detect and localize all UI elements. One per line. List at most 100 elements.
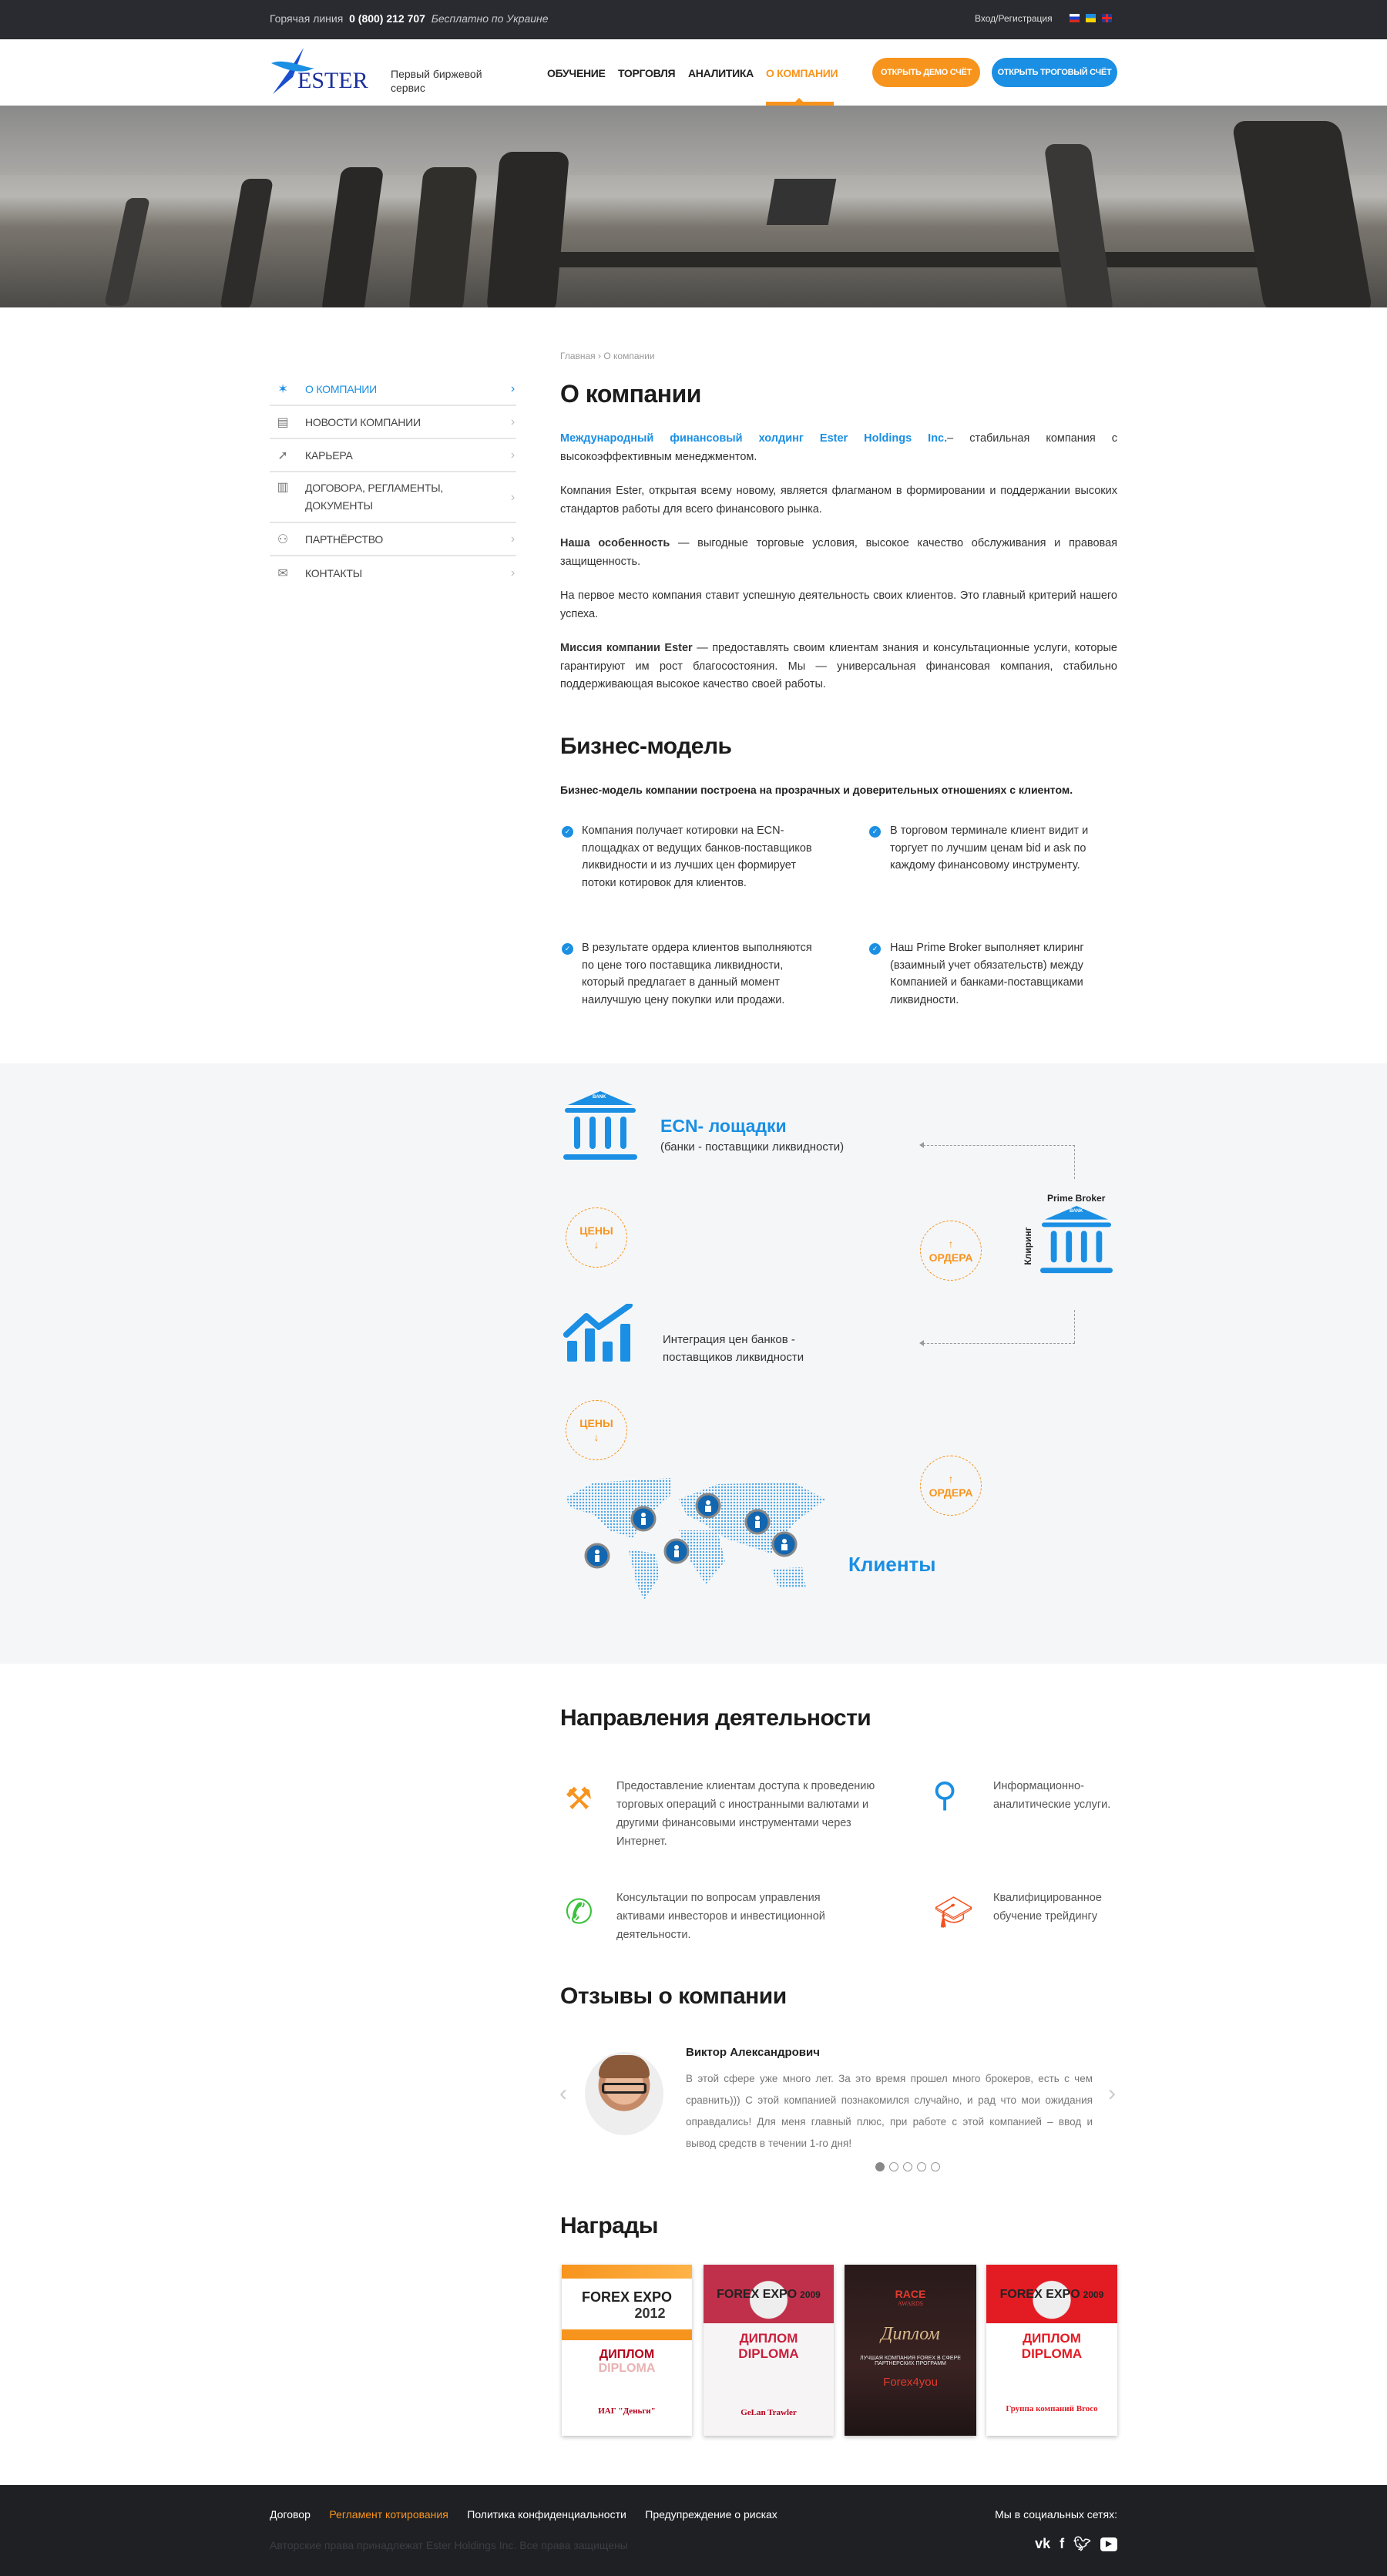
facebook-icon[interactable]: f — [1060, 2536, 1064, 2552]
direction-item: Предоставление клиентам доступа к провед… — [616, 1780, 875, 1848]
direction-item: Консультации по вопросам управления акти… — [616, 1892, 825, 1941]
text: Интеграция цен банков - — [663, 1333, 795, 1346]
clearing-label: Клиринг — [1023, 1227, 1033, 1265]
orders-label: ОРДЕРА — [929, 1486, 973, 1499]
carousel-dots — [875, 2162, 940, 2171]
footer-link-privacy[interactable]: Политика конфиденциальности — [467, 2508, 626, 2521]
carousel-dot-active[interactable] — [875, 2162, 885, 2171]
footer-link-quoting-rules[interactable]: Регламент котирования — [329, 2508, 448, 2521]
chevron-right-icon: › — [510, 381, 515, 395]
nav-analytics[interactable]: АНАЛИТИКА — [688, 67, 754, 79]
award-ru: ДИПЛОМ — [1023, 2331, 1081, 2346]
breadcrumb-separator: › — [598, 351, 602, 361]
clients-label: Клиенты — [848, 1553, 936, 1576]
bank-label: BANK — [593, 1095, 606, 1100]
world-map-icon — [563, 1476, 825, 1605]
twitter-icon[interactable]: 🐦︎ — [1073, 2536, 1091, 2552]
sidebar-item-news[interactable]: ▤ НОВОСТИ КОМПАНИИ › — [270, 406, 516, 439]
hero-image — [0, 106, 1387, 307]
language-switcher — [1070, 14, 1112, 22]
award-card[interactable]: FOREX EXPO 2012 ДИПЛОМ DIPLOMA ИАГ "День… — [562, 2265, 692, 2436]
award-event: FOREX EXPO — [581, 2289, 673, 2305]
logo-text: ESTER — [297, 68, 368, 93]
hotline-phone[interactable]: 0 (800) 212 707 — [349, 12, 425, 25]
award-event: RACE — [895, 2288, 926, 2300]
prev-arrow-icon[interactable]: ‹ — [559, 2081, 567, 2107]
footer-link-contract[interactable]: Договор — [270, 2508, 311, 2521]
award-winner: Forex4you — [883, 2376, 938, 2389]
open-demo-account-button[interactable]: ОТКРЫТЬ ДЕМО СЧЁТ — [872, 58, 980, 87]
nav-about[interactable]: О КОМПАНИИ — [766, 67, 838, 79]
youtube-icon[interactable]: ▶ — [1100, 2537, 1117, 2551]
breadcrumb-current: О компании — [603, 351, 655, 361]
arrow-down-icon: ↓ — [593, 1431, 599, 1443]
graduation-cap-icon: 🎓︎ — [934, 1896, 973, 1929]
awards-title: Награды — [560, 2213, 659, 2238]
open-trading-account-button[interactable]: ОТКРЫТЬ ТРОГОВЫЙ СЧЁТ — [992, 58, 1117, 87]
sidebar-item-about[interactable]: ✶ О КОМПАНИИ › — [270, 373, 516, 406]
about-paragraph: Компания Ester, открытая всему новому, я… — [560, 485, 1117, 516]
prices-label: ЦЕНЫ — [579, 1224, 613, 1237]
nav-trading[interactable]: ТОРГОВЛЯ — [618, 67, 676, 79]
carousel-dot[interactable] — [931, 2162, 940, 2171]
carousel-dot[interactable] — [903, 2162, 912, 2171]
award-en: DIPLOMA — [598, 2362, 656, 2375]
about-paragraph: Наша особенность — выгодные торговые усл… — [560, 535, 1117, 571]
footer-link-risk-warning[interactable]: Предупреждение о рисках — [645, 2508, 777, 2521]
chevron-right-icon: › — [510, 532, 515, 546]
orders-circle: ↑ ОРДЕРА — [920, 1456, 982, 1516]
phone-icon: ✆ — [565, 1893, 593, 1931]
sidebar-item-label: КАРЬЕРА — [305, 448, 353, 462]
award-year: 2009 — [800, 2289, 821, 2300]
flag-ua-icon[interactable] — [1086, 14, 1096, 22]
flag-ru-icon[interactable] — [1070, 14, 1080, 22]
holding-link[interactable]: Международный финансовый холдинг Ester H… — [560, 432, 947, 445]
carousel-dot[interactable] — [917, 2162, 926, 2171]
sidebar-item-label: О КОМПАНИИ — [305, 382, 377, 395]
award-year: AWARDS — [897, 2300, 924, 2307]
text: поставщиков ликвидности — [663, 1351, 804, 1364]
chevron-right-icon: › — [510, 566, 515, 579]
sidebar-item-label: НОВОСТИ КОМПАНИИ — [305, 415, 421, 428]
reviews-title: Отзывы о компании — [560, 1983, 787, 2009]
award-ru: ДИПЛОМ — [599, 2348, 655, 2361]
award-card[interactable]: RACE AWARDS Диплом ЛУЧШАЯ КОМПАНИЯ FOREX… — [845, 2265, 976, 2436]
sidebar-item-partnership[interactable]: ⚇ ПАРТНЁРСТВО › — [270, 523, 516, 556]
award-card[interactable]: FOREX EXPO 2009 ДИПЛОМ DIPLOMA GeLan Tra… — [704, 2265, 834, 2436]
sidebar-item-career[interactable]: ➚ КАРЬЕРА › — [270, 439, 516, 472]
business-bullet: В торговом терминале клиент видит и торг… — [890, 825, 1089, 872]
business-model-subtitle: Бизнес-модель компании построена на проз… — [560, 784, 1073, 796]
directions-title: Направления деятельности — [560, 1705, 871, 1731]
about-paragraph: Миссия компании Ester — предоставлять св… — [560, 640, 1117, 694]
text-bold: Наша особенность — [560, 537, 670, 549]
dashed-connector — [923, 1145, 1075, 1146]
logo[interactable]: ESTER — [270, 46, 378, 97]
rocket-icon: ➚ — [277, 448, 288, 462]
award-card[interactable]: FOREX EXPO 2009 ДИПЛОМ DIPLOMA Группа ко… — [986, 2265, 1117, 2436]
chevron-right-icon: › — [510, 415, 515, 428]
carousel-dot[interactable] — [889, 2162, 898, 2171]
header: ESTER Первый биржевой сервис ОБУЧЕНИЕ ТО… — [0, 39, 1387, 106]
prime-broker-label: Prime Broker — [1047, 1193, 1106, 1204]
nav-education[interactable]: ОБУЧЕНИЕ — [547, 67, 606, 79]
flag-en-icon[interactable] — [1102, 14, 1112, 22]
text-bold: Миссия компании Ester — [560, 642, 693, 654]
award-event: FOREX EXPO — [999, 2288, 1080, 2301]
award-ru: ДИПЛОМ — [739, 2331, 798, 2346]
star-logo-icon: ✶ — [277, 382, 288, 396]
orders-label: ОРДЕРА — [929, 1251, 973, 1264]
login-link[interactable]: Вход/Регистрация — [975, 13, 1053, 24]
breadcrumb-home[interactable]: Главная — [560, 351, 596, 361]
next-arrow-icon[interactable]: › — [1108, 2081, 1116, 2107]
vk-icon[interactable]: vk — [1035, 2536, 1050, 2552]
integration-text: Интеграция цен банков - поставщиков ликви… — [663, 1331, 804, 1366]
sidebar-item-documents[interactable]: ▥ ДОГОВОРА, РЕГЛАМЕНТЫ, ДОКУМЕНТЫ › — [270, 472, 516, 523]
hotline-note: Бесплатно по Украине — [431, 12, 549, 25]
arrow-left-icon — [919, 1142, 924, 1148]
ecn-subtitle: (банки - поставщики ликвидности) — [660, 1140, 845, 1154]
award-ru: Диплом — [881, 2324, 940, 2344]
sidebar-item-contacts[interactable]: ✉ КОНТАКТЫ › — [270, 556, 516, 589]
chevron-right-icon: › — [510, 490, 515, 504]
prime-broker-bank-icon: BANK — [1040, 1205, 1113, 1275]
newspaper-icon: ▤ — [277, 415, 289, 429]
